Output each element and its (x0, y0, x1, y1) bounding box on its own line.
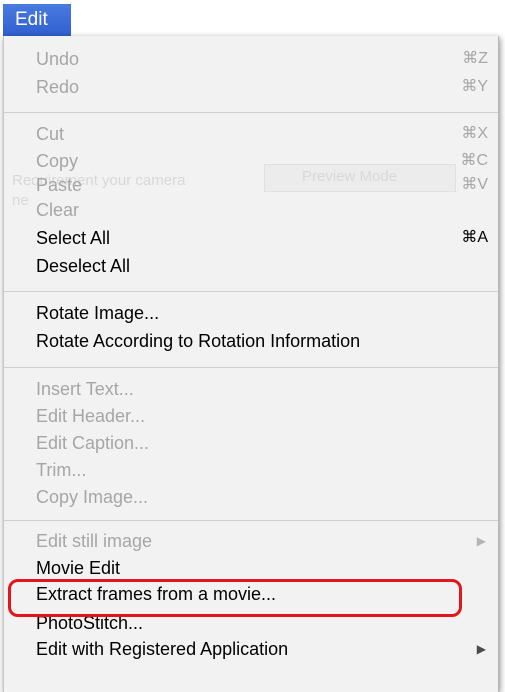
menu-item-shortcut: ⌘V (461, 176, 488, 193)
menu-item-shortcut: ⌘Y (461, 78, 488, 95)
menu-item-shortcut: ⌘A (461, 229, 488, 246)
menu-item-label: Clear (36, 200, 80, 220)
menu-separator (4, 520, 498, 521)
menu-item-label: Edit still image (36, 531, 153, 551)
menu-item-label: Edit Caption... (36, 433, 150, 453)
menu-item-copy-image[interactable]: Copy Image... (4, 483, 498, 511)
submenu-arrow-icon: ▶ (476, 642, 486, 656)
menu-item-label: Rotate According to Rotation Information (36, 331, 361, 351)
menu-item-edit-with-registered-app[interactable]: Edit with Registered Application ▶ (4, 635, 498, 663)
menu-item-insert-text[interactable]: Insert Text... (4, 375, 498, 403)
menu-item-shortcut: ⌘X (461, 125, 488, 142)
menu-item-shortcut: ⌘Z (462, 50, 488, 67)
menu-item-edit-header[interactable]: Edit Header... (4, 402, 498, 430)
menu-item-label: Insert Text... (36, 379, 134, 399)
menu-item-label: Cut (36, 124, 65, 144)
menu-item-edit-still-image[interactable]: Edit still image ▶ (4, 527, 498, 555)
menu-item-undo[interactable]: Undo ⌘Z (4, 45, 498, 73)
menu-item-label: Deselect All (36, 256, 131, 276)
menu-item-label: Undo (36, 49, 80, 69)
edit-menu-dropdown: Requirement your camera Preview Mode ne … (3, 36, 499, 692)
menu-item-paste[interactable]: Paste ⌘V (4, 171, 498, 199)
menu-item-deselect-all[interactable]: Deselect All (4, 252, 498, 280)
menu-separator (4, 112, 498, 113)
menu-item-label: Copy Image... (36, 487, 149, 507)
menu-item-label: Movie Edit (36, 558, 121, 578)
menu-item-label: Rotate Image... (36, 303, 160, 323)
menu-item-edit-caption[interactable]: Edit Caption... (4, 429, 498, 457)
menu-item-rotate-by-rotation-info[interactable]: Rotate According to Rotation Information (4, 327, 498, 355)
menu-item-label: Select All (36, 228, 111, 248)
menu-item-label: Edit Header... (36, 406, 146, 426)
edit-menu-title[interactable]: Edit (3, 4, 71, 36)
menu-item-rotate-image[interactable]: Rotate Image... (4, 299, 498, 327)
menu-item-label: Copy (36, 151, 79, 171)
menu-separator (4, 367, 498, 368)
menu-item-label: Trim... (36, 460, 87, 480)
highlight-annotation-ring (8, 579, 462, 617)
menu-item-clear[interactable]: Clear (4, 196, 498, 224)
menu-item-label: Paste (36, 175, 83, 195)
menu-item-trim[interactable]: Trim... (4, 456, 498, 484)
menu-separator (4, 291, 498, 292)
submenu-arrow-icon: ▶ (476, 534, 486, 548)
menu-item-redo[interactable]: Redo ⌘Y (4, 73, 498, 101)
menu-item-label: Redo (36, 77, 80, 97)
menu-item-select-all[interactable]: Select All ⌘A (4, 224, 498, 252)
menu-item-movie-edit[interactable]: Movie Edit (4, 554, 498, 582)
menu-item-cut[interactable]: Cut ⌘X (4, 120, 498, 148)
menu-item-label: Edit with Registered Application (36, 639, 289, 659)
